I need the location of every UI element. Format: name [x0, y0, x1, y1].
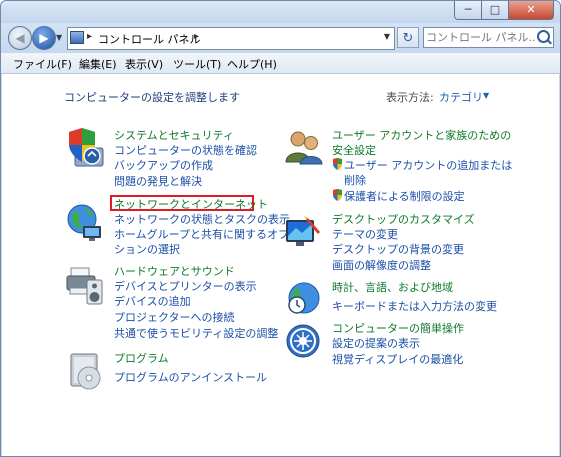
link-change-keyboard[interactable]: キーボードまたは入力方法の変更 — [332, 300, 497, 313]
clock-globe-icon[interactable] — [284, 278, 324, 318]
link-add-device[interactable]: デバイスの追加 — [114, 295, 191, 308]
breadcrumb-chevron-icon[interactable]: ▸ — [87, 31, 92, 42]
refresh-button[interactable]: ↻ — [397, 27, 419, 48]
menu-help[interactable]: ヘルプ(H) — [227, 56, 277, 72]
link-add-remove-accounts[interactable]: ユーザー アカウントの追加または — [344, 159, 512, 172]
search-input[interactable] — [426, 29, 536, 46]
link-mobility-settings[interactable]: 共通で使うモビリティ設定の調整 — [114, 327, 278, 340]
link-suggested-settings[interactable]: 設定の提案の表示 — [332, 337, 420, 350]
network-globe-icon[interactable] — [65, 202, 105, 242]
link-adjust-resolution[interactable]: 画面の解像度の調整 — [332, 259, 431, 272]
category-user-accounts-cont[interactable]: 安全設定 — [332, 144, 376, 157]
ease-of-access-icon[interactable] — [284, 322, 324, 362]
uac-shield-icon — [333, 158, 342, 170]
link-optimize-visual-display[interactable]: 視覚ディスプレイの最適化 — [332, 353, 463, 366]
back-button[interactable]: ◀ — [8, 26, 32, 50]
link-check-computer-status[interactable]: コンピューターの状態を確認 — [114, 144, 257, 157]
search-box[interactable] — [423, 27, 554, 48]
menu-view[interactable]: 表示(V) — [125, 56, 163, 72]
menu-bar: ファイル(F) 編集(E) 表示(V) ツール(T) ヘルプ(H) — [1, 53, 560, 74]
category-programs[interactable]: プログラム — [114, 352, 169, 365]
category-hardware-sound[interactable]: ハードウェアとサウンド — [114, 265, 235, 278]
category-ease-of-access[interactable]: コンピューターの簡単操作 — [332, 322, 464, 335]
category-network-internet[interactable]: ネットワークとインターネット — [114, 198, 268, 211]
control-panel-icon — [70, 31, 84, 44]
menu-file[interactable]: ファイル(F) — [13, 56, 72, 72]
address-bar[interactable]: ▸ コントロール パネル ▸ ▼ — [67, 27, 395, 50]
control-panel-content: コンピューターの設定を調整します 表示方法: カテゴリ ▼ システムとセキュリテ… — [2, 74, 559, 456]
view-by-dropdown[interactable]: カテゴリ — [439, 89, 483, 105]
link-change-background[interactable]: デスクトップの背景の変更 — [332, 243, 464, 256]
link-troubleshoot[interactable]: 問題の発見と解決 — [114, 175, 202, 188]
category-appearance[interactable]: デスクトップのカスタマイズ — [332, 213, 475, 226]
link-create-backup[interactable]: バックアップの作成 — [114, 159, 213, 172]
printer-speaker-icon[interactable] — [65, 266, 105, 306]
link-network-status-tasks[interactable]: ネットワークの状態とタスクの表示 — [114, 213, 290, 226]
link-add-remove-accounts-cont[interactable]: 削除 — [344, 174, 366, 187]
breadcrumb-chevron-icon[interactable]: ▸ — [194, 31, 199, 42]
maximize-button[interactable]: □ — [482, 1, 508, 20]
uac-shield-icon — [333, 189, 342, 201]
address-dropdown-icon[interactable]: ▼ — [384, 32, 390, 41]
menu-edit[interactable]: 編集(E) — [79, 56, 117, 72]
link-parental-controls[interactable]: 保護者による制限の設定 — [344, 190, 465, 203]
control-panel-window: ─ □ ✕ ◀ ▶ ▼ ▸ コントロール パネル ▸ ▼ ↻ ファイル(F) 編… — [0, 0, 561, 457]
chevron-down-icon[interactable]: ▼ — [483, 91, 489, 100]
forward-button[interactable]: ▶ — [32, 26, 56, 50]
programs-icon[interactable] — [65, 352, 105, 392]
title-bar: ─ □ ✕ — [1, 1, 560, 23]
view-by-label: 表示方法: — [386, 91, 434, 104]
recent-pages-dropdown[interactable]: ▼ — [56, 33, 62, 42]
search-icon[interactable] — [537, 30, 550, 43]
navigation-bar: ◀ ▶ ▼ ▸ コントロール パネル ▸ ▼ ↻ — [1, 23, 560, 53]
close-button[interactable]: ✕ — [508, 1, 554, 20]
link-uninstall-program[interactable]: プログラムのアンインストール — [114, 371, 267, 384]
category-system-security[interactable]: システムとセキュリティ — [114, 129, 234, 142]
user-accounts-icon[interactable] — [284, 128, 324, 168]
category-user-accounts[interactable]: ユーザー アカウントと家族のための — [332, 129, 511, 142]
minimize-button[interactable]: ─ — [454, 1, 482, 20]
link-homegroup-sharing[interactable]: ホームグループと共有に関するオプ — [114, 228, 289, 241]
link-change-theme[interactable]: テーマの変更 — [332, 228, 398, 241]
link-devices-printers[interactable]: デバイスとプリンターの表示 — [114, 280, 257, 293]
page-title: コンピューターの設定を調整します — [64, 91, 240, 104]
menu-tools[interactable]: ツール(T) — [173, 56, 221, 72]
link-connect-projector[interactable]: プロジェクターへの接続 — [114, 311, 235, 324]
category-clock-language-region[interactable]: 時計、言語、および地域 — [332, 281, 453, 294]
link-homegroup-sharing-cont[interactable]: ションの選択 — [114, 243, 180, 256]
desktop-personalization-icon[interactable] — [284, 214, 324, 254]
system-security-shield-icon[interactable] — [65, 128, 105, 168]
breadcrumb-control-panel[interactable]: コントロール パネル — [98, 31, 201, 47]
